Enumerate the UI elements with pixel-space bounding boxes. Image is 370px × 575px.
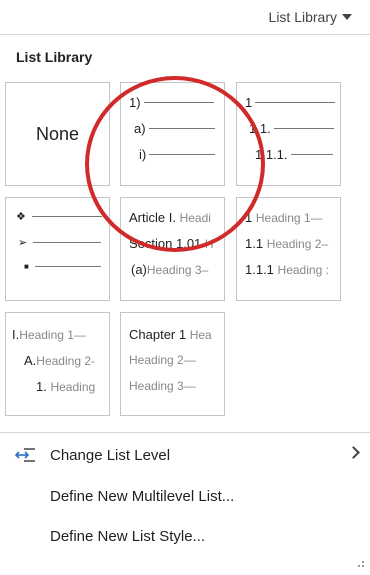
caret-down-icon — [342, 14, 352, 20]
level-1-row: Article I. Headi — [129, 210, 211, 225]
define-multilevel-list-label: Define New Multilevel List... — [50, 487, 235, 505]
chevron-right-icon — [347, 446, 360, 459]
level-1-row: I. Heading 1— — [12, 327, 86, 342]
define-list-style-label: Define New List Style... — [50, 527, 206, 545]
level-1-row: 1 Heading 1— — [245, 210, 323, 225]
resize-grip-icon[interactable] — [356, 561, 364, 569]
list-tile-none[interactable]: None — [5, 82, 110, 186]
diamond-bullet-icon: ❖ — [16, 211, 26, 223]
list-tile-chapter-heading[interactable]: Chapter 1 Hea Heading 2— Heading 3— — [120, 312, 225, 416]
define-list-style-menu-item[interactable]: Define New List Style... — [0, 517, 370, 555]
level-2-row: A. Heading 2- — [24, 353, 96, 368]
level-3-row: Heading 3— — [129, 379, 196, 393]
list-tile-numbered-paren[interactable]: 1) a) i) — [120, 82, 225, 186]
define-multilevel-list-menu-item[interactable]: Define New Multilevel List... — [0, 477, 370, 515]
list-tile-bullets[interactable]: ❖ ➢ ■ — [5, 197, 110, 301]
level-1-row: Chapter 1 Hea — [129, 327, 212, 342]
none-label: None — [35, 123, 80, 144]
level-2-row: Heading 2— — [129, 353, 196, 367]
change-list-level-menu-item[interactable]: Change List Level — [0, 436, 370, 474]
section-title: List Library — [16, 49, 93, 65]
menu-separator — [0, 432, 370, 433]
level-1-row: ❖ — [16, 210, 102, 223]
level-2-row: 1.1. — [249, 121, 334, 136]
ribbon-topbar: List Library — [0, 0, 370, 34]
level-2-row: a) — [134, 121, 215, 136]
level-1-row: 1) — [129, 95, 214, 110]
arrow-bullet-icon: ➢ — [18, 237, 28, 249]
change-list-level-label: Change List Level — [50, 446, 171, 464]
level-2-row: ➢ — [18, 236, 102, 249]
dropdown-label: List Library — [268, 9, 337, 25]
level-2-row: 1.1 Heading 2– — [245, 236, 329, 251]
square-bullet-icon: ■ — [24, 262, 29, 271]
list-tile-article-section[interactable]: Article I. Headi Section 1.01 H (a) Headi… — [120, 197, 225, 301]
level-3-row: i) — [139, 147, 216, 162]
level-1-row: 1 — [245, 95, 336, 110]
change-level-icon — [14, 448, 35, 462]
list-tile-heading-numbered[interactable]: 1 Heading 1— 1.1 Heading 2– 1.1.1 Headin… — [236, 197, 341, 301]
level-3-row: 1.1.1 Heading : — [245, 262, 329, 277]
level-3-row: ■ — [24, 262, 101, 271]
level-3-row: 1.1.1. — [255, 147, 333, 162]
level-2-row: Section 1.01 H — [129, 236, 214, 251]
list-tile-outline-numbered[interactable]: 1 1.1. 1.1.1. — [236, 82, 341, 186]
level-3-row: (a) Heading 3– — [131, 262, 209, 277]
level-3-row: 1. Heading — [36, 379, 96, 394]
list-library-dropdown-button[interactable]: List Library — [269, 9, 352, 25]
list-tile-roman-heading[interactable]: I. Heading 1— A. Heading 2- 1. Heading — [5, 312, 110, 416]
